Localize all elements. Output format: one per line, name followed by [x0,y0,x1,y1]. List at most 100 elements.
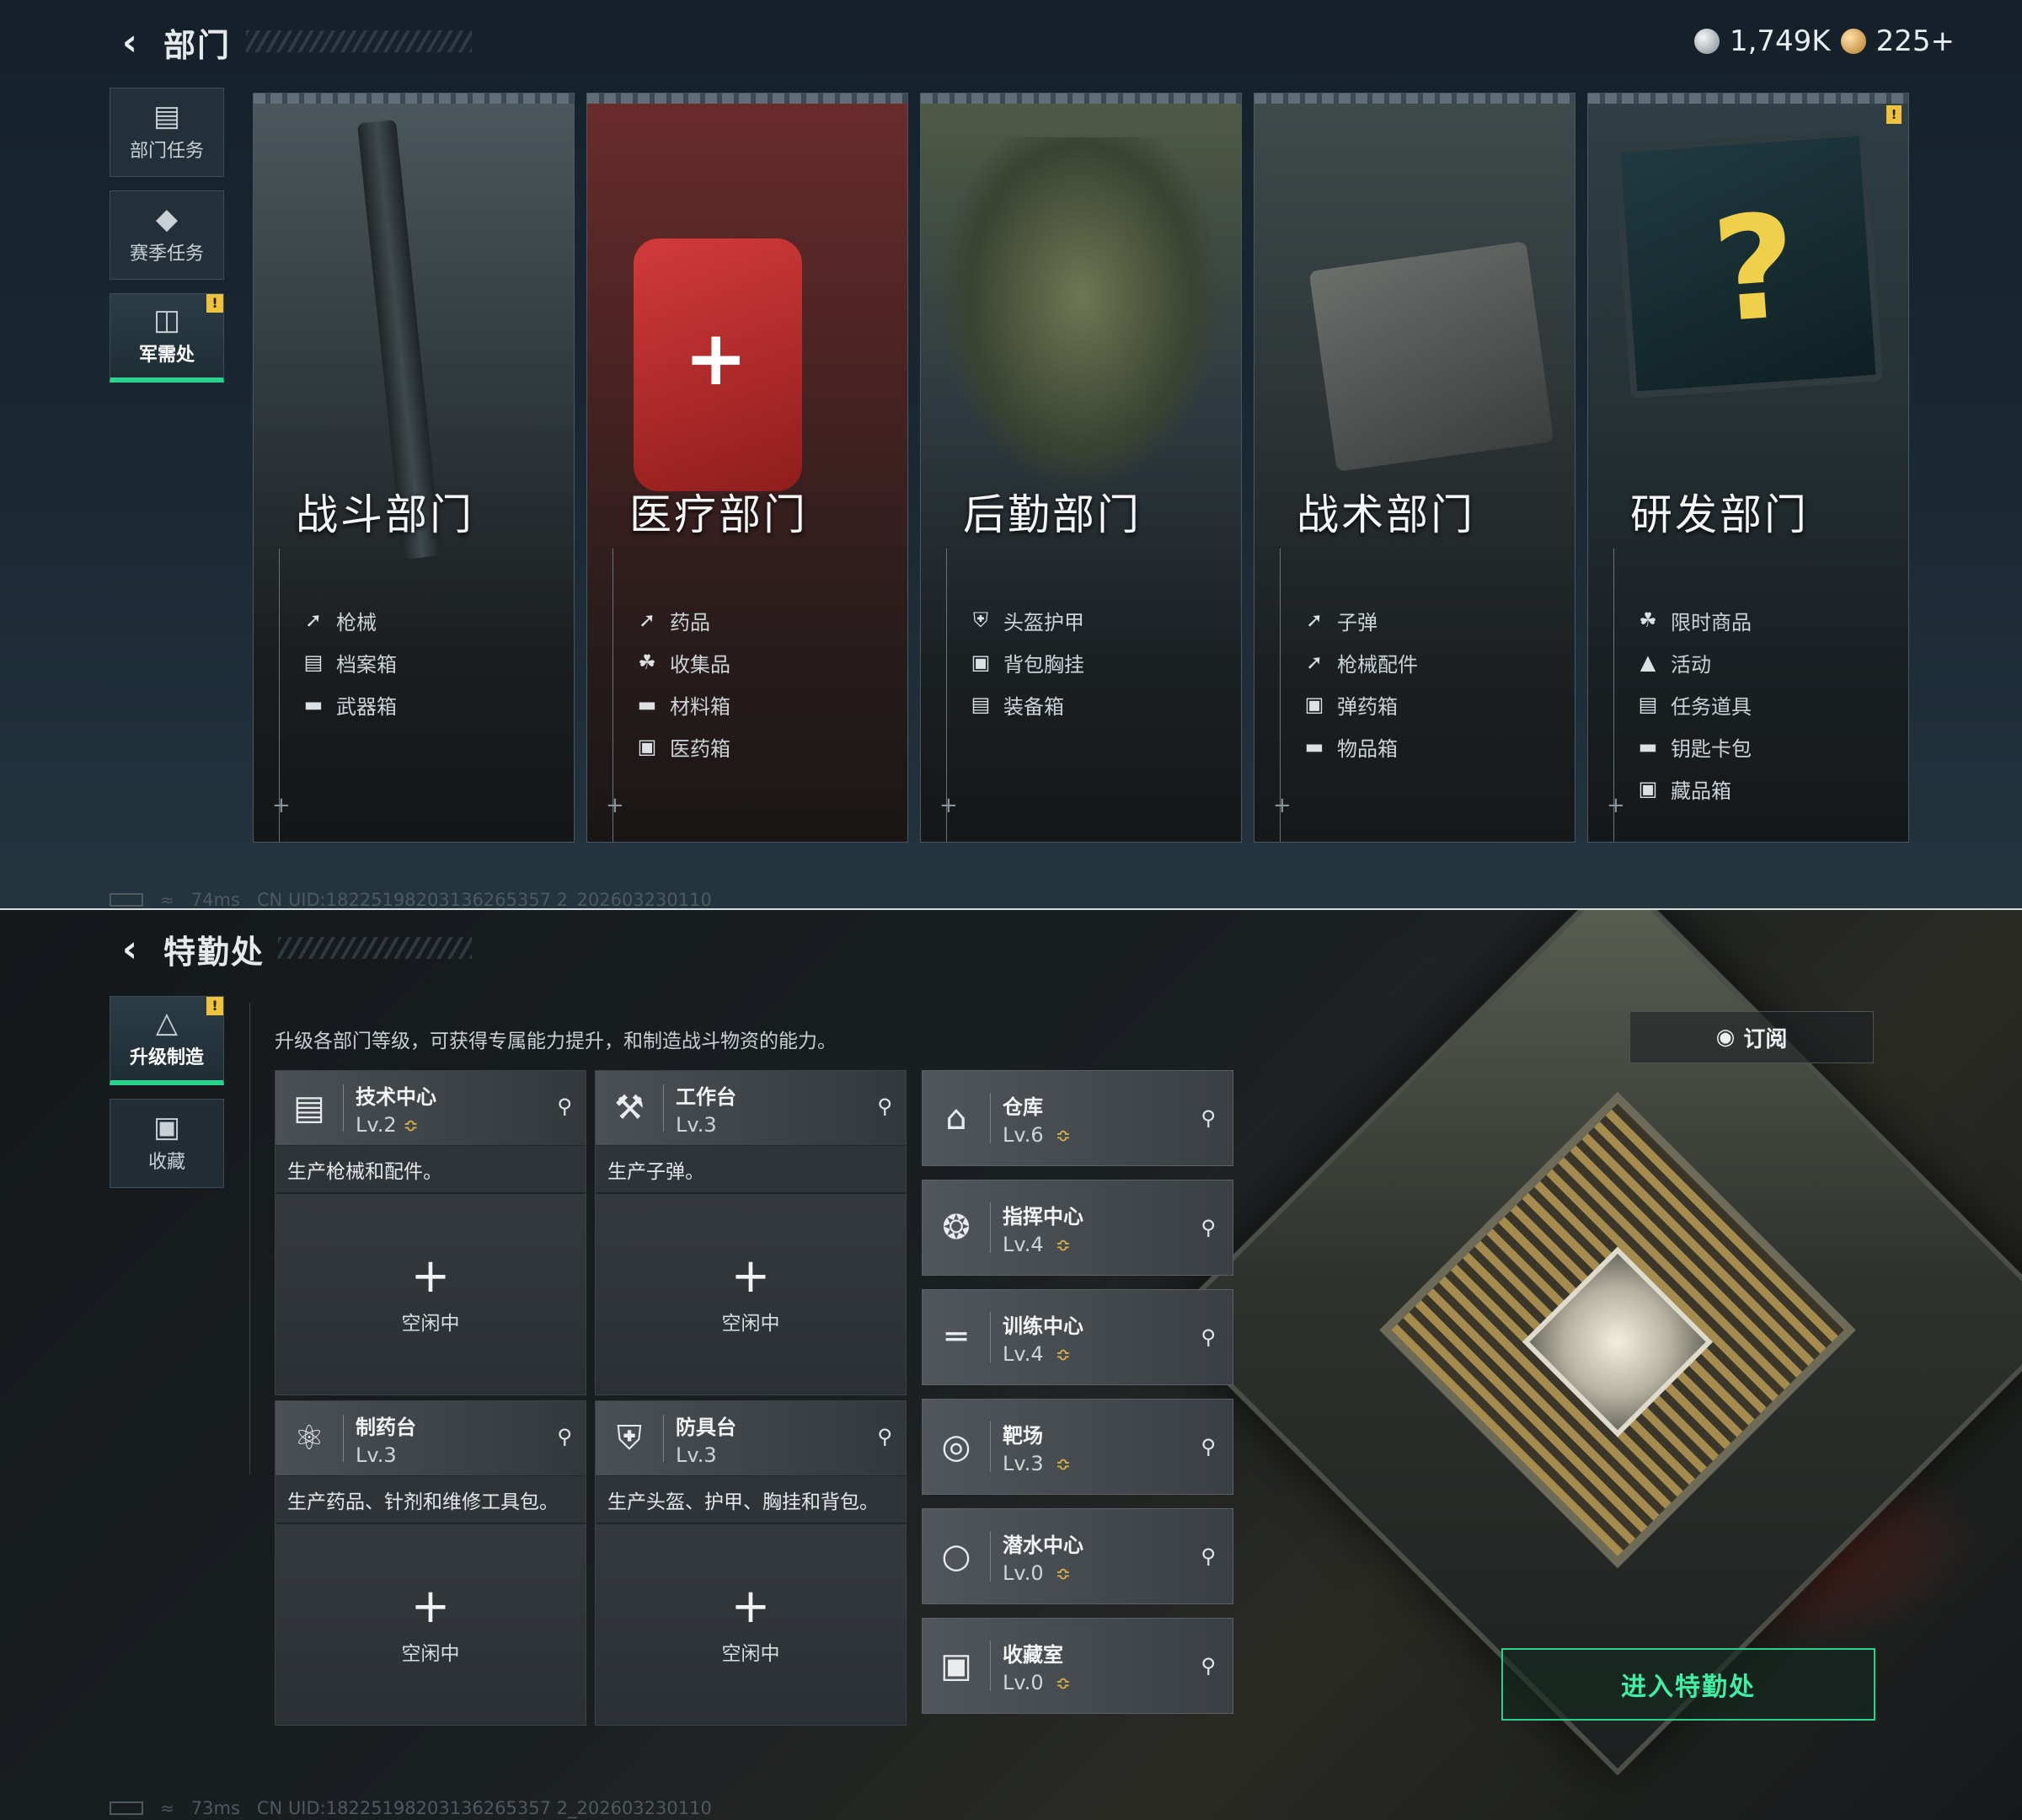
room-diving-center[interactable]: ○ 潜水中心 Lv.0 ≎ ⚲ [922,1508,1233,1604]
list-item-label: 枪械 [336,610,377,634]
list-item: ▤ 档案箱 [301,641,397,683]
list-item: ▬ 武器箱 [301,683,397,725]
coins-icon: ◫ [152,302,181,337]
card-title: 医疗部门 [629,490,808,539]
item-divider [990,1312,991,1362]
list-item: ▣ 医药箱 [634,725,730,768]
room-name: 指挥中心 [1003,1204,1083,1228]
card-item-list: ☘ 限时商品 ▲ 活动 ▤ 任务道具 ▬ 钥匙卡包 ▣ 藏品箱 [1635,599,1752,810]
list-item-label: 档案箱 [336,652,397,677]
room-command-center[interactable]: ❂ 指挥中心 Lv.4 ≎ ⚲ [922,1180,1233,1276]
enter-special-ops-button[interactable]: 进入特勤处 [1501,1648,1875,1721]
card-title: 后勤部门 [963,490,1142,539]
sidebar-item-quartermaster[interactable]: ! ◫ 军需处 [110,293,224,383]
cube-inner-illustration [1379,1091,1856,1569]
user-uid: CN UID:18225198203136265357 2_2026032301… [256,1798,712,1818]
department-card-logistics[interactable]: 后勤部门 ⛨ 头盔护甲 ▣ 背包胸挂 ▤ 装备箱 + [920,93,1242,843]
room-shooting-range[interactable]: ◎ 靶场 Lv.3 ≎ ⚲ [922,1399,1233,1495]
room-level-row: Lv.4 ≎ [1003,1233,1083,1256]
sidebar-item-label: 赛季任务 [129,244,204,265]
facility-title-block: 防具台 Lv.3 [676,1410,736,1467]
collection-box-icon: ▣ [1638,777,1658,800]
sidebar-item-season-tasks[interactable]: ◆ 赛季任务 [110,190,224,280]
dumbbell-icon: ═ [945,1318,967,1357]
wifi-icon: ≈ [160,1798,174,1818]
upgrade-arrow-icon: ≎ [1055,1234,1072,1256]
search-icon[interactable]: ⚲ [557,1425,572,1448]
header: ‹ 部门 [108,19,231,66]
department-card-medical[interactable]: 医疗部门 ➚ 药品 ☘ 收集品 ▬ 材料箱 ▣ 医药箱 + [586,93,908,843]
facility-tech-center[interactable]: ▤ 技术中心 Lv.2 ≎ ⚲ 生产枪械和配件。 + 空闲中 [275,1070,586,1395]
card-title: 战斗部门 [296,490,474,539]
backpack-icon: ▣ [971,650,991,674]
sidebar-item-upgrade-craft[interactable]: ! △ 升级制造 [110,996,224,1085]
production-slot[interactable]: + 空闲中 [275,1523,586,1725]
facility-description: 生产药品、针剂和维修工具包。 [275,1475,586,1523]
search-icon[interactable]: ⚲ [1201,1435,1216,1459]
facility-header: ⚛ 制药台 Lv.3 ⚲ [275,1401,586,1475]
department-card-combat[interactable]: 战斗部门 ➚ 枪械 ▤ 档案箱 ▬ 武器箱 + [253,93,575,843]
production-slot[interactable]: + 空闲中 [596,1192,906,1394]
card-top-strip [254,94,574,104]
back-button[interactable]: ‹ [108,928,152,971]
room-training-center[interactable]: ═ 训练中心 Lv.4 ≎ ⚲ [922,1289,1233,1385]
search-icon[interactable]: ⚲ [1201,1216,1216,1239]
search-icon[interactable]: ⚲ [557,1095,572,1118]
production-slot[interactable]: + 空闲中 [275,1192,586,1394]
facility-pharmacy[interactable]: ⚛ 制药台 Lv.3 ⚲ 生产药品、针剂和维修工具包。 + 空闲中 [275,1400,586,1726]
facility-armor-bench[interactable]: ⛨ 防具台 Lv.3 ⚲ 生产头盔、护甲、胸挂和背包。 + 空闲中 [595,1400,907,1726]
upgrade-arrow-icon: ≎ [1055,1453,1072,1475]
search-icon[interactable]: ⚲ [877,1095,892,1118]
section-divider-line [249,1003,250,1475]
production-slot[interactable]: + 空闲中 [596,1523,906,1725]
facility-description: 生产子弹。 [596,1145,906,1192]
collection-room-icon: ▣ [940,1646,972,1685]
card-top-strip [1254,94,1575,104]
room-level: Lv.6 [1003,1122,1044,1147]
medkit-box-icon: ▣ [637,735,657,758]
sidebar-item-collection[interactable]: ▣ 收藏 [110,1099,224,1188]
mission-item-icon: ▤ [1638,693,1658,716]
list-item: ➚ 枪械配件 [1302,641,1418,683]
add-icon: + [410,1249,451,1303]
limited-goods-icon: ☘ [1639,608,1657,632]
battery-icon [110,893,143,907]
search-icon[interactable]: ⚲ [1201,1325,1216,1349]
back-button[interactable]: ‹ [108,21,152,64]
room-level: Lv.4 [1003,1232,1044,1256]
page-title: 部门 [163,26,232,64]
room-title-block: 潜水中心 Lv.0 ≎ [1003,1528,1083,1585]
department-card-research[interactable]: ! 研发部门 ☘ 限时商品 ▲ 活动 ▤ 任务道具 ▬ 钥匙卡包 ▣ 藏品箱 + [1587,93,1909,843]
sidebar-item-label: 收藏 [147,1152,185,1173]
list-item: ▲ 活动 [1635,641,1752,683]
card-title: 战术部门 [1297,490,1475,539]
equipment-box-icon: ▤ [971,693,991,716]
subscribe-button[interactable]: ◉ 订阅 [1629,1011,1874,1063]
room-level-row: Lv.0 ≎ [1003,1671,1071,1694]
weapon-case-icon: ▬ [303,693,324,716]
department-card-tactical[interactable]: 战术部门 ➚ 子弹 ➚ 枪械配件 ▣ 弹药箱 ▬ 物品箱 + [1254,93,1575,843]
facility-name: 技术中心 [356,1084,436,1109]
list-item-label: 头盔护甲 [1003,610,1084,634]
list-item: ▤ 装备箱 [968,683,1084,725]
item-divider [990,1202,991,1253]
sidebar-item-department-tasks[interactable]: ▤ 部门任务 [110,88,224,177]
list-item: ▬ 钥匙卡包 [1635,725,1752,768]
search-icon[interactable]: ⚲ [1201,1544,1216,1568]
subscribe-label: 订阅 [1743,1026,1788,1052]
facility-workbench[interactable]: ⚒ 工作台 Lv.3 ⚲ 生产子弹。 + 空闲中 [595,1070,907,1395]
room-warehouse[interactable]: ⌂ 仓库 Lv.6 ≎ ⚲ [922,1070,1233,1166]
search-icon[interactable]: ⚲ [1201,1654,1216,1678]
microscope-icon: ⚛ [294,1419,324,1458]
upgrade-arrow-icon: ≎ [403,1115,419,1137]
search-icon[interactable]: ⚲ [877,1425,892,1448]
room-collection-room[interactable]: ▣ 收藏室 Lv.0 ≎ ⚲ [922,1618,1233,1714]
list-item-label: 枪械配件 [1337,652,1418,677]
card-item-list: ➚ 子弹 ➚ 枪械配件 ▣ 弹药箱 ▬ 物品箱 [1302,599,1418,768]
list-item-label: 藏品箱 [1671,779,1731,803]
search-icon[interactable]: ⚲ [1201,1106,1216,1130]
add-icon: + [730,1579,771,1634]
tools-icon: ⚒ [614,1089,645,1127]
room-level-row: Lv.3 ≎ [1003,1452,1071,1475]
card-item-list: ⛨ 头盔护甲 ▣ 背包胸挂 ▤ 装备箱 [968,599,1084,725]
